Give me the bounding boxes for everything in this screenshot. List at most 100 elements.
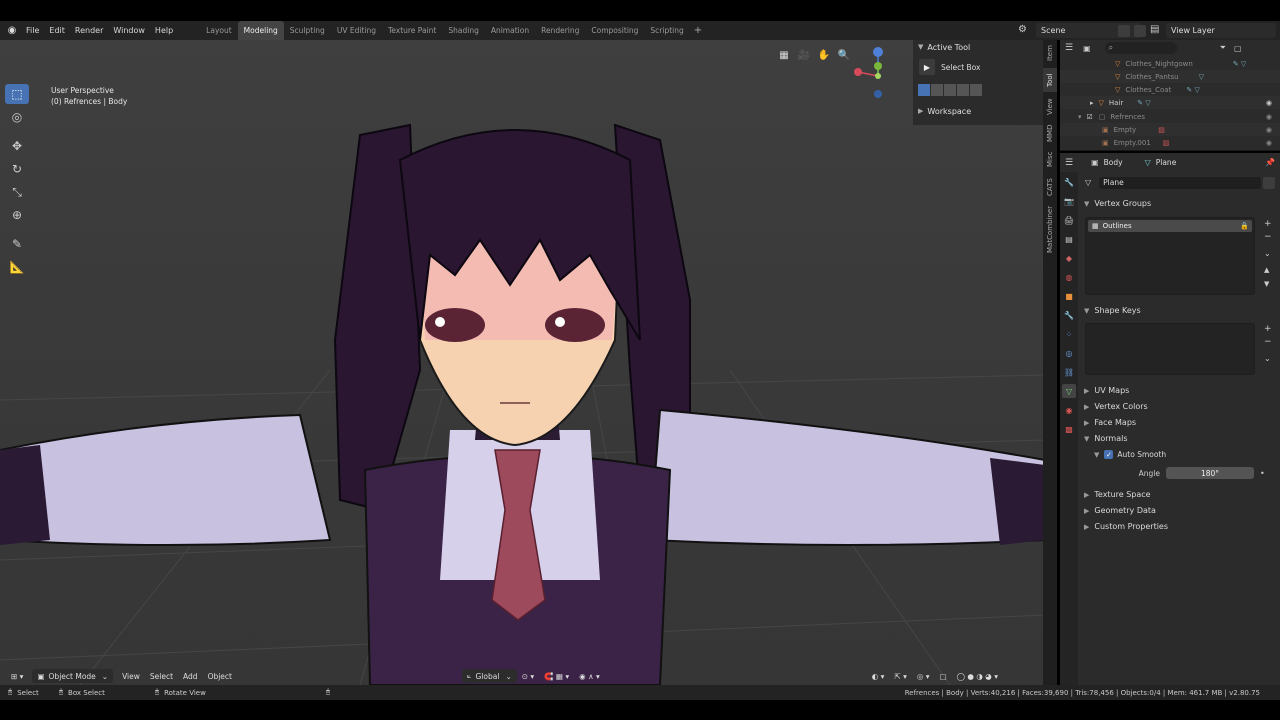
tab-item[interactable]: Item (1043, 42, 1057, 64)
add-workspace-icon[interactable]: + (690, 21, 706, 40)
tab-animation[interactable]: Animation (485, 21, 535, 40)
menu-window[interactable]: Window (108, 21, 150, 40)
filter-icon[interactable]: ⏷ (1220, 43, 1226, 53)
uv-maps-header[interactable]: ▶ UV Maps (1080, 383, 1275, 398)
outliner-row-empty-001[interactable]: ▣ Empty.001 ▨ ◉ (1060, 136, 1280, 149)
tab-rendering[interactable]: Rendering (535, 21, 585, 40)
add-vertex-group-button[interactable]: + (1264, 219, 1272, 229)
camera-view-icon[interactable]: 🎥 (796, 47, 812, 63)
tab-compositing[interactable]: Compositing (585, 21, 644, 40)
visibility-icon[interactable]: ◐ ▾ (867, 669, 890, 683)
face-maps-header[interactable]: ▶ Face Maps (1080, 415, 1275, 430)
tab-matcombiner[interactable]: MatCombiner (1043, 204, 1057, 254)
tab-texture-paint[interactable]: Texture Paint (382, 21, 442, 40)
snap-icon[interactable]: 🧲 ▦ ▾ (539, 669, 574, 683)
geometry-data-header[interactable]: ▶ Geometry Data (1080, 503, 1275, 518)
blender-logo-icon[interactable]: ◉ (3, 21, 21, 40)
outliner-row-clothes-nightgown[interactable]: ▽ Clothes_Nightgown ✎ ▽ (1060, 57, 1280, 70)
outliner-row-clothes-coat[interactable]: ▽ Clothes_Coat ✎ ▽ (1060, 83, 1280, 96)
move-up-icon[interactable]: ▲ (1264, 266, 1269, 274)
workspace-header[interactable]: ▶ Workspace (913, 104, 1043, 118)
menu-add[interactable]: Add (178, 669, 203, 683)
modifier-tab-icon[interactable]: 🔧 (1062, 308, 1076, 322)
xray-icon[interactable]: ▢ (935, 669, 952, 683)
view-layer-field[interactable]: View Layer (1166, 23, 1276, 38)
angle-field[interactable]: 180° (1166, 467, 1254, 479)
properties-editor-icon[interactable]: ☰ (1065, 158, 1073, 168)
cursor-tool[interactable]: ◎ (5, 107, 29, 127)
mesh-name-field[interactable]: Plane (1099, 176, 1261, 189)
tab-tool[interactable]: Tool (1043, 68, 1057, 92)
outliner-row-clothes-pantsu[interactable]: ▽ Clothes_Pantsu ▽ (1060, 70, 1280, 83)
auto-smooth-checkbox[interactable]: ✓ (1104, 450, 1114, 459)
gizmo-toggle-icon[interactable]: ⇱ ▾ (889, 669, 911, 683)
tab-shading[interactable]: Shading (442, 21, 484, 40)
transform-orientation-dropdown[interactable]: ⟀ Global ⌄ (462, 669, 517, 683)
outliner-row-empty[interactable]: ▣ Empty ▨ ◉ (1060, 123, 1280, 136)
tab-modeling[interactable]: Modeling (237, 21, 284, 40)
mode-subtract-icon[interactable] (944, 84, 956, 96)
menu-file[interactable]: File (21, 21, 44, 40)
outliner-editor-icon[interactable]: ☰ (1065, 43, 1073, 53)
visibility-eye-icon[interactable]: ◉ (1266, 113, 1272, 121)
mesh-data-tab-icon[interactable]: ▽ (1062, 384, 1076, 398)
add-shape-key-button[interactable]: + (1264, 324, 1272, 334)
vertex-groups-header[interactable]: ▼ Vertex Groups (1080, 196, 1275, 211)
grid-toggle-icon[interactable]: ▦ (776, 47, 792, 63)
visibility-eye-icon[interactable]: ◉ (1266, 126, 1272, 134)
vertex-group-item[interactable]: ▦ Outlines 🔒 (1088, 220, 1252, 232)
normals-header[interactable]: ▼ Normals (1080, 431, 1275, 446)
world-tab-icon[interactable]: ◍ (1062, 270, 1076, 284)
constraints-tab-icon[interactable]: ⛓ (1062, 365, 1076, 379)
tab-layout[interactable]: Layout (200, 21, 238, 40)
object-tab-icon[interactable]: ■ (1062, 289, 1076, 303)
tab-misc[interactable]: Misc (1043, 148, 1057, 170)
particles-tab-icon[interactable]: ⁘ (1062, 327, 1076, 341)
mode-intersect-icon[interactable] (970, 84, 982, 96)
view-layer-tab-icon[interactable]: ▤ (1062, 232, 1076, 246)
move-tool[interactable]: ✥ (5, 136, 29, 156)
shape-keys-header[interactable]: ▼ Shape Keys (1080, 303, 1275, 318)
vertex-group-menu-icon[interactable]: ⌄ (1264, 249, 1271, 258)
custom-properties-header[interactable]: ▶ Custom Properties (1080, 519, 1275, 534)
menu-render[interactable]: Render (70, 21, 108, 40)
mode-invert-icon[interactable] (957, 84, 969, 96)
delete-scene-icon[interactable] (1134, 25, 1146, 37)
remove-vertex-group-button[interactable]: − (1264, 232, 1272, 242)
scene-icon[interactable]: ⚙ (1018, 24, 1027, 35)
physics-tab-icon[interactable]: ◎ (1062, 346, 1076, 360)
mode-new-icon[interactable] (918, 84, 930, 96)
texture-tab-icon[interactable]: ▩ (1062, 422, 1076, 436)
pivot-point-icon[interactable]: ⊙ ▾ (517, 669, 539, 683)
new-collection-icon[interactable]: ▢ (1234, 44, 1242, 53)
tab-mmd[interactable]: MMD (1043, 122, 1057, 144)
checkbox-icon[interactable]: ☑ (1087, 113, 1093, 121)
tab-sculpting[interactable]: Sculpting (284, 21, 331, 40)
pin-icon[interactable]: 📌 (1265, 158, 1275, 167)
material-tab-icon[interactable]: ◉ (1062, 403, 1076, 417)
active-tool-header[interactable]: ▼ Active Tool (913, 40, 1043, 54)
move-down-icon[interactable]: ▼ (1264, 280, 1269, 288)
tab-view[interactable]: View (1043, 96, 1057, 118)
shape-key-menu-icon[interactable]: ⌄ (1264, 354, 1271, 363)
3d-viewport[interactable]: User Perspective (0) Refrences | Body ⬚ … (0, 40, 1045, 685)
mode-extend-icon[interactable] (931, 84, 943, 96)
remove-shape-key-button[interactable]: − (1264, 337, 1272, 347)
outliner-row-hair[interactable]: ▸ ▽ Hair ✎ ▽ ◉ (1060, 96, 1280, 109)
view-layer-icon[interactable]: ▤ (1150, 24, 1159, 35)
outliner-search-input[interactable]: ⌕ (1104, 42, 1177, 54)
mode-dropdown[interactable]: ▣ Object Mode ⌄ (32, 669, 114, 683)
menu-select[interactable]: Select (145, 669, 178, 683)
shading-modes[interactable]: ◯ ● ◑ ◕ ▾ (952, 669, 1003, 683)
visibility-eye-icon[interactable]: ◉ (1266, 139, 1272, 147)
outliner-row-refrences[interactable]: ▾ ☑ ▢ Refrences ◉ (1060, 110, 1280, 123)
mesh-browse-icon[interactable]: ▽ (1085, 178, 1091, 187)
axis-gizmo[interactable] (850, 44, 900, 102)
vertex-colors-header[interactable]: ▶ Vertex Colors (1080, 399, 1275, 414)
vertex-groups-list[interactable]: ▦ Outlines 🔒 (1085, 217, 1255, 295)
select-box-tool[interactable]: ⬚ (5, 84, 29, 104)
keyframe-dot-icon[interactable]: • (1260, 469, 1265, 478)
annotate-tool[interactable]: ✎ (5, 234, 29, 254)
overlays-icon[interactable]: ◎ ▾ (912, 669, 935, 683)
new-scene-icon[interactable] (1118, 25, 1130, 37)
